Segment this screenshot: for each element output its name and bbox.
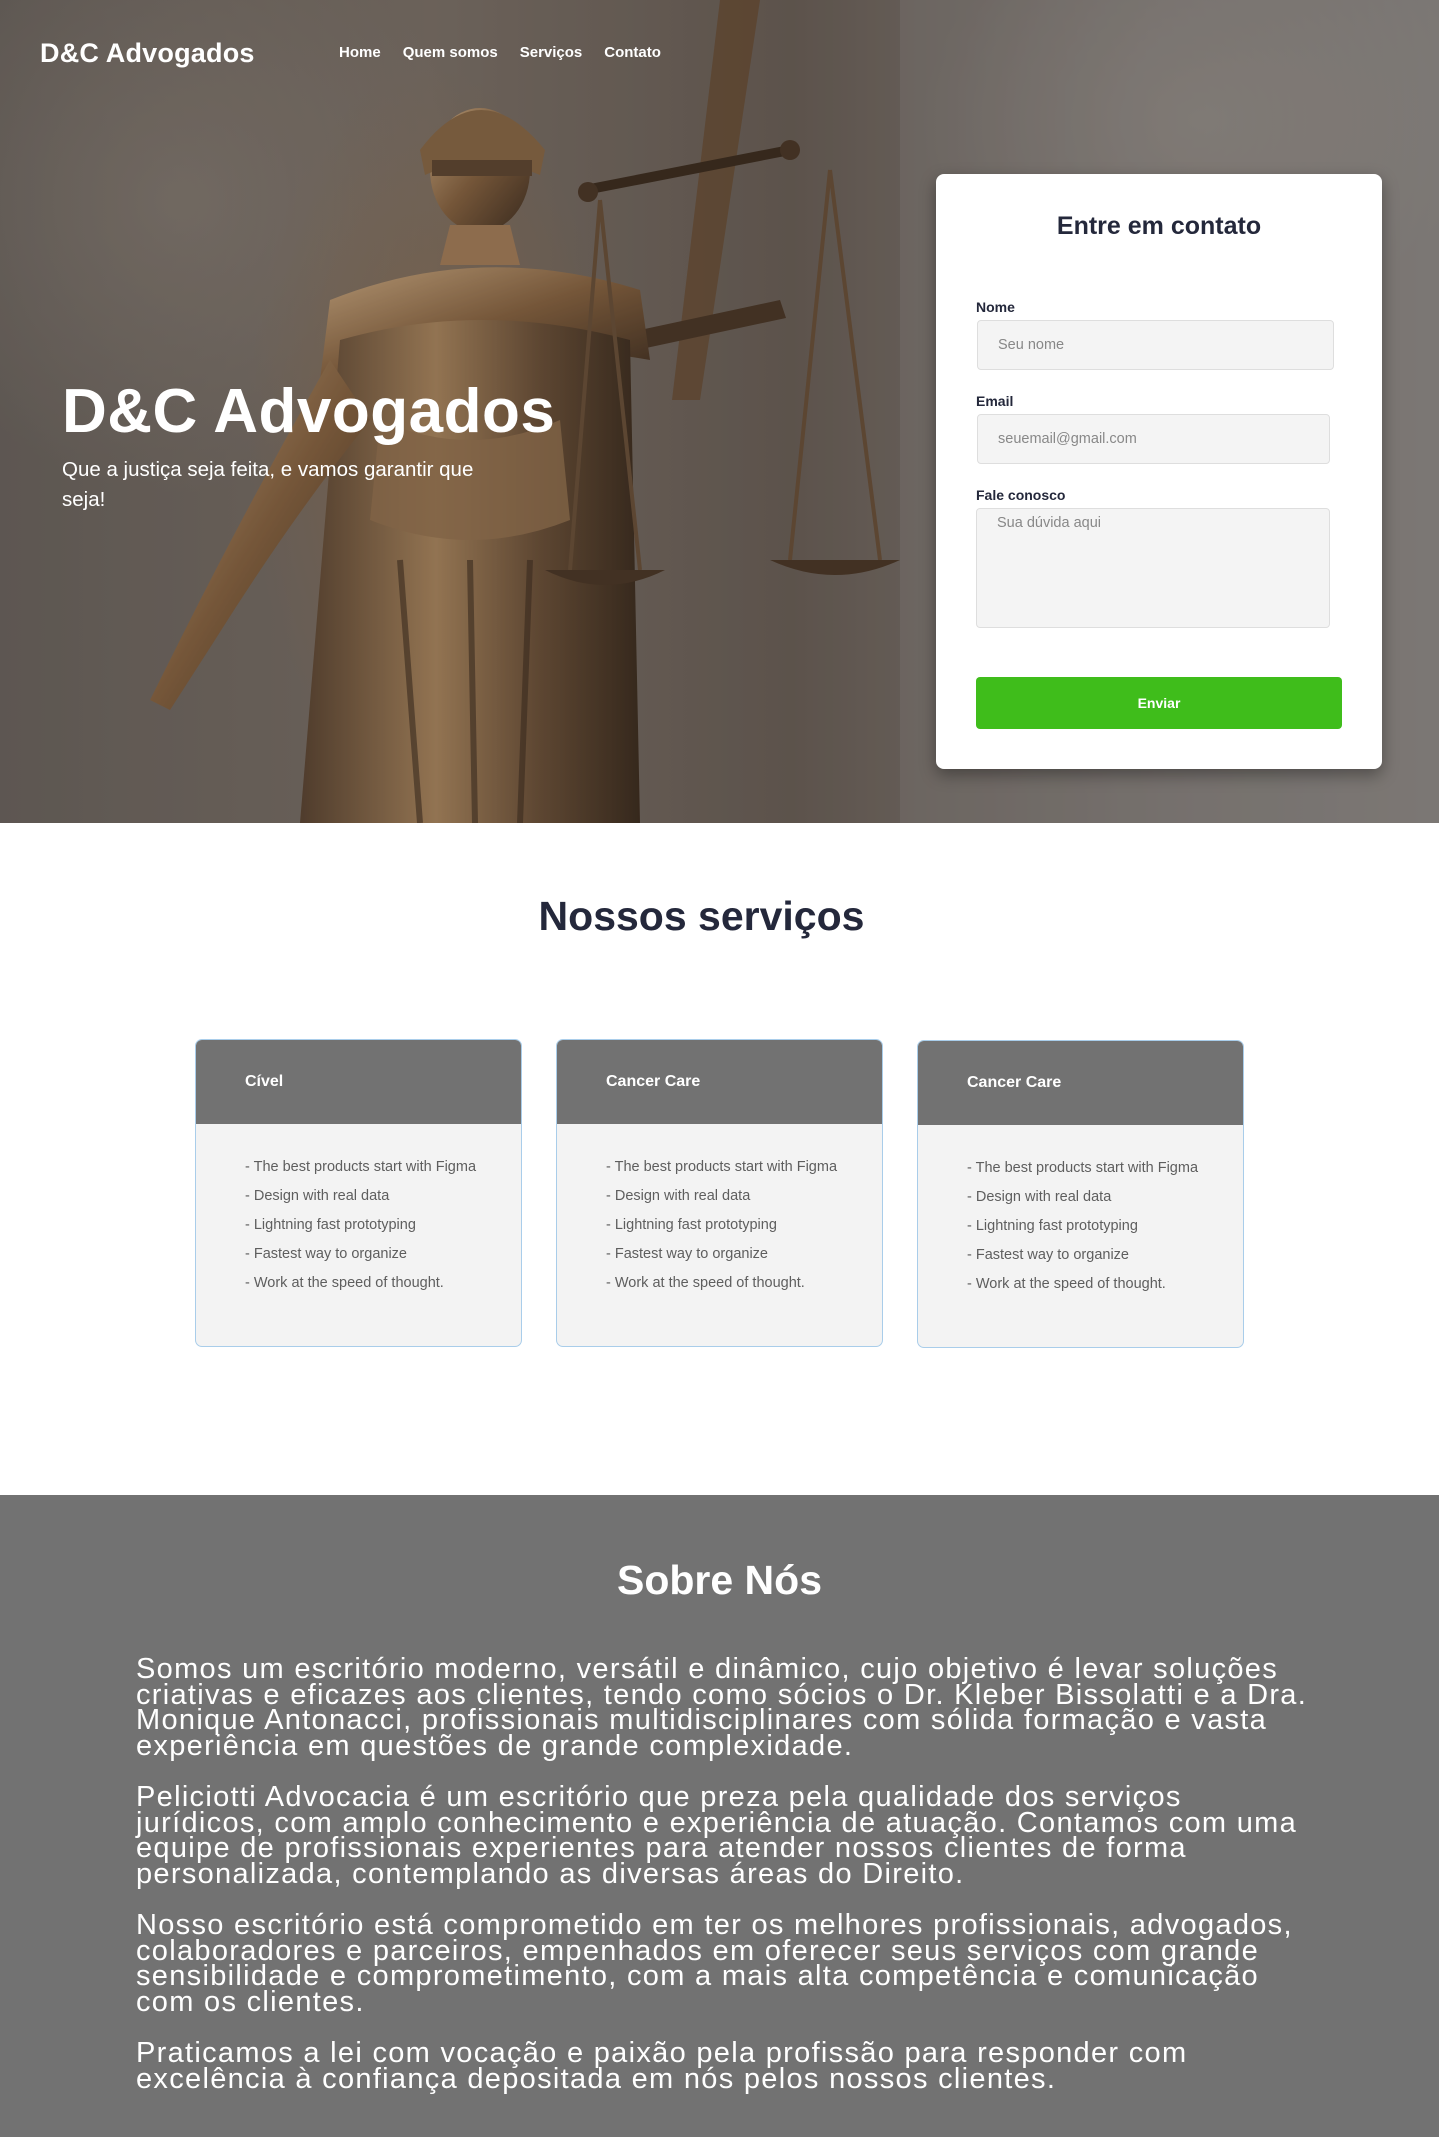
hero-subtitle: Que a justiça seja feita, e vamos garant… xyxy=(62,458,474,511)
message-label: Fale conosco xyxy=(976,487,1066,503)
list-item: - The best products start with Figma xyxy=(606,1159,838,1175)
list-item: - Design with real data xyxy=(245,1188,390,1204)
about-body: Somos um escritório moderno, versátil e … xyxy=(136,1653,1316,2118)
list-item: - Fastest way to organize xyxy=(967,1247,1129,1263)
email-label: Email xyxy=(976,393,1014,409)
service-card-title: Cancer Care xyxy=(918,1041,1243,1125)
list-item: - Work at the speed of thought. xyxy=(606,1275,805,1291)
hero-title: D&C Advogados xyxy=(62,377,556,446)
nav-link-servicos[interactable]: Serviços xyxy=(520,44,583,61)
list-item: - Lightning fast prototyping xyxy=(967,1218,1138,1234)
name-label: Nome xyxy=(976,299,1015,315)
message-textarea[interactable]: Sua dúvida aqui xyxy=(976,508,1330,628)
about-paragraph: Nosso escritório está comprometido em te… xyxy=(136,1909,1293,2018)
about-section: Sobre Nós Somos um escritório moderno, v… xyxy=(0,1495,1439,2137)
list-item: - Work at the speed of thought. xyxy=(245,1275,444,1291)
nav-link-home[interactable]: Home xyxy=(339,44,381,61)
list-item: - Lightning fast prototyping xyxy=(606,1217,777,1233)
submit-button[interactable]: Enviar xyxy=(976,677,1342,729)
list-item: - Fastest way to organize xyxy=(245,1246,407,1262)
list-item: - Fastest way to organize xyxy=(606,1246,768,1262)
list-item: - Work at the speed of thought. xyxy=(967,1276,1166,1292)
about-paragraph: Peliciotti Advocacia é um escritório que… xyxy=(136,1781,1298,1890)
service-card[interactable]: Cível - The best products start with Fig… xyxy=(195,1039,522,1347)
top-navbar: D&C Advogados Home Quem somos Serviços C… xyxy=(0,0,1439,110)
contact-form-title: Entre em contato xyxy=(1056,212,1262,240)
hero-section: D&C Advogados Home Quem somos Serviços C… xyxy=(0,0,1439,823)
list-item: - The best products start with Figma xyxy=(245,1159,477,1175)
about-paragraph: Somos um escritório moderno, versátil e … xyxy=(136,1653,1308,1762)
service-card[interactable]: Cancer Care - The best products start wi… xyxy=(917,1040,1244,1348)
service-card-list: - The best products start with Figma - D… xyxy=(918,1125,1243,1296)
about-title: Sobre Nós xyxy=(616,1557,823,1603)
nav-links: Home Quem somos Serviços Contato xyxy=(339,44,661,61)
list-item: - Design with real data xyxy=(606,1188,751,1204)
brand-logo[interactable]: D&C Advogados xyxy=(40,38,255,69)
service-card-title: Cancer Care xyxy=(557,1040,882,1124)
services-title: Nossos serviços xyxy=(538,893,865,939)
service-card[interactable]: Cancer Care - The best products start wi… xyxy=(556,1039,883,1347)
nav-link-contato[interactable]: Contato xyxy=(604,44,661,61)
list-item: - Lightning fast prototyping xyxy=(245,1217,416,1233)
about-paragraph: Praticamos a lei com vocação e paixão pe… xyxy=(136,2037,1188,2095)
service-card-list: - The best products start with Figma - D… xyxy=(196,1124,521,1295)
list-item: - Design with real data xyxy=(967,1189,1112,1205)
list-item: - The best products start with Figma xyxy=(967,1160,1199,1176)
contact-form: Entre em contato Nome Seu nome Email seu… xyxy=(936,174,1382,769)
nav-link-quem-somos[interactable]: Quem somos xyxy=(403,44,498,61)
service-card-list: - The best products start with Figma - D… xyxy=(557,1124,882,1295)
email-field[interactable]: seuemail@gmail.com xyxy=(977,414,1330,464)
service-card-title: Cível xyxy=(196,1040,521,1124)
name-field[interactable]: Seu nome xyxy=(977,320,1334,370)
